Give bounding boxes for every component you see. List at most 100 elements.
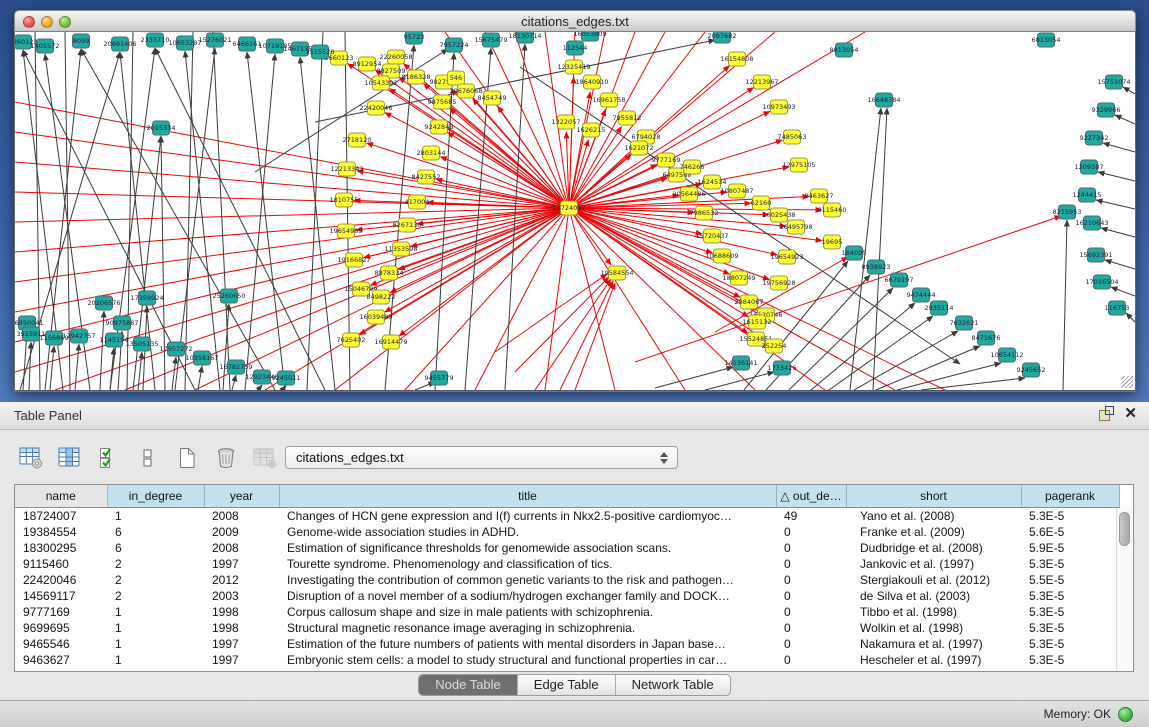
graph-node[interactable]: 17359924 <box>130 291 163 305</box>
graph-node[interactable]: 20206576 <box>87 296 120 310</box>
tab-node-table[interactable]: Node Table <box>419 675 518 695</box>
float-panel-icon[interactable] <box>1099 406 1114 421</box>
table-cell[interactable]: 5.3E-5 <box>1021 636 1119 652</box>
graph-node[interactable]: 10654112 <box>990 348 1023 362</box>
table-cell[interactable]: 1 <box>107 652 204 668</box>
table-cell[interactable]: Stergiakouli et al. (2012) <box>846 572 1021 588</box>
table-cell[interactable]: 0 <box>776 572 846 588</box>
tab-network-table[interactable]: Network Table <box>616 675 730 695</box>
graph-node[interactable]: 1615132 <box>743 315 772 329</box>
table-cell[interactable]: Changes of HCN gene expression and I(f) … <box>279 507 776 524</box>
table-cell[interactable]: 2012 <box>204 572 279 588</box>
table-cell[interactable]: 5.3E-5 <box>1021 652 1119 668</box>
graph-node[interactable]: 16210643 <box>1075 216 1108 230</box>
table-cell[interactable]: Corpus callosum shape and size in male p… <box>279 604 776 620</box>
table-row[interactable]: 2242004622012Investigating the contribut… <box>15 572 1119 588</box>
table-cell[interactable]: 1 <box>107 604 204 620</box>
table-cell[interactable]: 22420046 <box>15 572 107 588</box>
graph-node[interactable]: 8099 <box>73 34 90 48</box>
graph-node[interactable]: 10807487 <box>720 184 753 198</box>
graph-node[interactable]: 2087682 <box>708 32 737 43</box>
graph-node[interactable]: 19695 <box>822 235 843 249</box>
table-cell[interactable]: 6 <box>107 524 204 540</box>
graph-node[interactable]: 8471676 <box>972 331 1001 345</box>
graph-node[interactable]: 10543392 <box>364 76 397 90</box>
graph-node[interactable]: 7986532 <box>690 206 719 220</box>
graph-node[interactable]: 20564486 <box>672 187 705 201</box>
table-cell[interactable]: 0 <box>776 604 846 620</box>
table-cell[interactable]: 1 <box>107 507 204 524</box>
table-cell[interactable]: Wolkin et al. (1998) <box>846 620 1021 636</box>
table-cell[interactable]: 2 <box>107 572 204 588</box>
table-cell[interactable]: 2009 <box>204 524 279 540</box>
graph-node[interactable]: 18807249 <box>722 271 755 285</box>
table-cell[interactable]: 9777169 <box>15 604 107 620</box>
table-cell[interactable]: Tourette syndrome. Phenomenology and cla… <box>279 556 776 572</box>
table-cell[interactable]: Embryonic stem cells: a model to study s… <box>279 652 776 668</box>
graph-node[interactable]: 22420046 <box>359 101 392 115</box>
graph-node[interactable]: 8813054 <box>830 43 859 57</box>
graph-node[interactable]: 6679197 <box>885 273 914 287</box>
graph-node[interactable]: 164095 <box>842 246 867 260</box>
row-mode-icon[interactable] <box>133 443 163 473</box>
graph-node[interactable]: 10653287 <box>168 36 201 50</box>
table-cell[interactable]: 0 <box>776 524 846 540</box>
table-cell[interactable]: 19384554 <box>15 524 107 540</box>
graph-node[interactable]: 9329966 <box>1092 103 1121 117</box>
table-cell[interactable]: 0 <box>776 636 846 652</box>
table-cell[interactable]: 5.3E-5 <box>1021 507 1119 524</box>
table-row[interactable]: 911546021997Tourette syndrome. Phenomeno… <box>15 556 1119 572</box>
create-column-icon[interactable] <box>172 443 202 473</box>
graph-node[interactable]: 546 <box>448 71 465 85</box>
table-cell[interactable]: 2 <box>107 556 204 572</box>
table-cell[interactable]: 9115460 <box>15 556 107 572</box>
graph-node[interactable]: 15276021 <box>198 33 231 47</box>
graph-node[interactable]: 16914479 <box>374 335 407 349</box>
table-cell[interactable]: 2008 <box>204 540 279 556</box>
table-cell[interactable]: Nakamura et al. (1997) <box>846 636 1021 652</box>
table-cell[interactable]: Disruption of a novel member of a sodium… <box>279 588 776 604</box>
graph-node[interactable]: 9455779 <box>425 371 454 385</box>
table-cell[interactable]: 1998 <box>204 604 279 620</box>
table-cell[interactable]: 1997 <box>204 652 279 668</box>
table-row[interactable]: 946554611997Estimation of the future num… <box>15 636 1119 652</box>
graph-node[interactable]: 8267130 <box>393 218 422 232</box>
graph-node[interactable]: 7632621 <box>950 316 979 330</box>
table-cell[interactable]: 9463627 <box>15 652 107 668</box>
table-cell[interactable]: Genome-wide association studies in ADHD. <box>279 524 776 540</box>
column-header-short[interactable]: short <box>846 485 1021 507</box>
graph-node[interactable]: 7955812 <box>613 111 642 125</box>
graph-node[interactable]: 116753 <box>1105 301 1130 315</box>
graph-node[interactable]: 16648784 <box>867 93 900 107</box>
graph-node[interactable]: 12213343 <box>330 162 363 176</box>
delete-table-icon[interactable] <box>250 443 280 473</box>
graph-node[interactable]: 252254 <box>762 339 787 353</box>
graph-node[interactable]: 2935114 <box>925 301 954 315</box>
table-cell[interactable]: 5.3E-5 <box>1021 588 1119 604</box>
column-select-icon[interactable] <box>94 443 124 473</box>
graph-node[interactable]: 18640910 <box>575 75 608 89</box>
column-header-out_de[interactable]: △ out_de… <box>776 485 846 507</box>
graph-node[interactable]: 7485063 <box>778 130 807 144</box>
graph-node[interactable]: 10973493 <box>762 100 795 114</box>
graph-node[interactable]: 20691406 <box>103 37 136 51</box>
table-cell[interactable]: 5.9E-5 <box>1021 540 1119 556</box>
graph-node[interactable]: 16053809 <box>573 32 606 41</box>
graph-node[interactable]: 12975105 <box>782 158 815 172</box>
table-cell[interactable]: 5.6E-5 <box>1021 524 1119 540</box>
window-resize-grip[interactable] <box>1121 376 1133 388</box>
graph-node[interactable]: 7957224 <box>440 38 469 52</box>
table-cell[interactable]: 1 <box>107 620 204 636</box>
graph-node[interactable]: 15751074 <box>1097 75 1130 89</box>
graph-node[interactable]: 2015334 <box>147 121 176 135</box>
column-visibility-icon[interactable] <box>55 443 85 473</box>
graph-node[interactable]: 18130714 <box>508 32 541 43</box>
graph-node[interactable]: 9245652 <box>1017 363 1046 377</box>
vertical-scrollbar[interactable] <box>1116 508 1132 670</box>
graph-node[interactable]: 2803144 <box>417 146 446 160</box>
table-selector[interactable]: citations_edges.txt <box>285 446 678 469</box>
table-cell[interactable]: Yano et al. (2008) <box>846 507 1021 524</box>
graph-node[interactable]: 9474444 <box>907 288 936 302</box>
table-cell[interactable]: Estimation of significance thresholds fo… <box>279 540 776 556</box>
column-header-title[interactable]: title <box>279 485 776 507</box>
